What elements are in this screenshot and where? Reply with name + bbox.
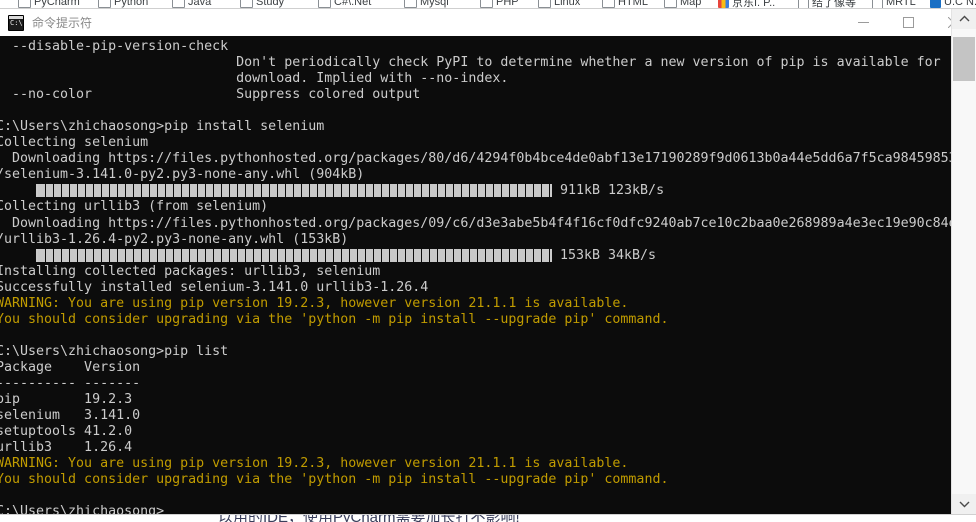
screen: PyCharm Python Java Study C#\.Net Mysql PHP Lin… [0, 0, 976, 522]
folder-icon [240, 0, 253, 8]
blue-app-icon [930, 0, 941, 8]
progress-stats: 153kB 34kB/s [560, 247, 657, 263]
multicolor-icon [718, 0, 729, 8]
bookmark-label: C#\.Net [334, 0, 372, 8]
terminal-line: ---------- ------- [0, 375, 141, 391]
progress-bar [36, 248, 552, 262]
terminal-line: /urllib3-1.26.4-py2.py3-none-any.whl (15… [0, 231, 349, 247]
terminal-line: urllib3 1.26.4 [0, 440, 133, 456]
chevron-up-icon [959, 15, 969, 22]
folder-icon [538, 0, 551, 8]
terminal-line: C:\Users\zhichaosong> [0, 504, 165, 514]
terminal-line: Package Version [0, 359, 141, 375]
folder-icon [18, 0, 31, 8]
terminal-lines: --disable-pip-version-check Don't period… [0, 39, 957, 514]
terminal-line: Collecting urllib3 (from selenium) [0, 199, 269, 215]
bookmark-label: Map [680, 0, 702, 8]
folder-icon [98, 0, 111, 8]
terminal-line: --disable-pip-version-check [0, 39, 229, 54]
terminal-line: download. Implied with --no-index. [0, 71, 509, 87]
bookmark-label: Java [188, 0, 212, 8]
window-title: 命令提示符 [32, 16, 93, 30]
minimize-icon [858, 22, 869, 23]
maximize-icon [903, 17, 914, 28]
progress-stats: 911kB 123kB/s [560, 183, 665, 199]
scrollbar-thumb[interactable] [953, 37, 975, 81]
bookmark-label: Mysql [420, 0, 449, 8]
folder-icon [404, 0, 417, 8]
bookmark-label: Study [256, 0, 285, 8]
bookmark-label: PHP [496, 0, 519, 8]
terminal-line: Downloading https://files.pythonhosted.o… [0, 151, 957, 167]
bookmark-label: PyCharm [34, 0, 80, 8]
download-progress-row: 911kB 123kB/s [0, 183, 956, 199]
folder-icon [602, 0, 615, 8]
terminal-line: C:\Users\zhichaosong>pip install seleniu… [0, 119, 325, 135]
folder-icon [172, 0, 185, 8]
bookmark-label: Linux [554, 0, 581, 8]
terminal-line: You should consider upgrading via the 'p… [0, 311, 669, 327]
bookmark-label: HTML [618, 0, 648, 8]
cmd-icon [8, 14, 24, 31]
download-progress-row: 153kB 34kB/s [0, 248, 956, 264]
bookmark-label: MRTL [886, 0, 916, 8]
page-icon [872, 0, 883, 9]
window-titlebar[interactable]: 命令提示符 [0, 9, 976, 36]
scrollbar-track[interactable] [952, 29, 976, 494]
folder-icon [318, 0, 331, 8]
terminal-line: Don't periodically check PyPI to determi… [0, 55, 941, 71]
command-prompt-window: 命令提示符 [0, 9, 976, 514]
minimize-button[interactable] [841, 9, 886, 36]
vertical-scrollbar[interactable] [951, 9, 976, 514]
terminal-line: WARNING: You are using pip version 19.2.… [0, 456, 629, 472]
progress-bar-fill [38, 248, 550, 262]
chevron-down-icon [959, 501, 969, 508]
terminal-line: Installing collected packages: urllib3, … [0, 263, 381, 279]
terminal-line: /selenium-3.141.0-py2.py3-none-any.whl (… [0, 167, 365, 183]
folder-icon [664, 0, 677, 8]
terminal-line: C:\Users\zhichaosong>pip list [0, 343, 229, 359]
terminal-line: Downloading https://files.pythonhosted.o… [0, 215, 957, 231]
terminal-line: You should consider upgrading via the 'p… [0, 472, 669, 488]
terminal-line: pip 19.2.3 [0, 392, 133, 408]
bookmark-label: U.C N... [944, 0, 976, 8]
terminal-line: Successfully installed selenium-3.141.0 … [0, 279, 429, 295]
terminal-line: setuptools 41.2.0 [0, 424, 133, 440]
scroll-down-button[interactable] [952, 494, 976, 514]
page-icon [798, 0, 809, 9]
progress-bar-fill [38, 184, 550, 198]
terminal-line: Collecting selenium [0, 135, 149, 151]
terminal-output-area[interactable]: --disable-pip-version-check Don't period… [0, 36, 976, 514]
progress-bar-end [550, 184, 552, 198]
progress-bar [36, 184, 552, 198]
folder-icon [480, 0, 493, 8]
terminal-line: --no-color Suppress colored output [0, 87, 421, 103]
maximize-button[interactable] [886, 9, 931, 36]
scroll-up-button[interactable] [952, 9, 976, 29]
progress-bar-end [550, 248, 552, 262]
terminal-line: selenium 3.141.0 [0, 408, 141, 424]
terminal-line: WARNING: You are using pip version 19.2.… [0, 295, 629, 311]
bookmark-label: Python [114, 0, 149, 8]
